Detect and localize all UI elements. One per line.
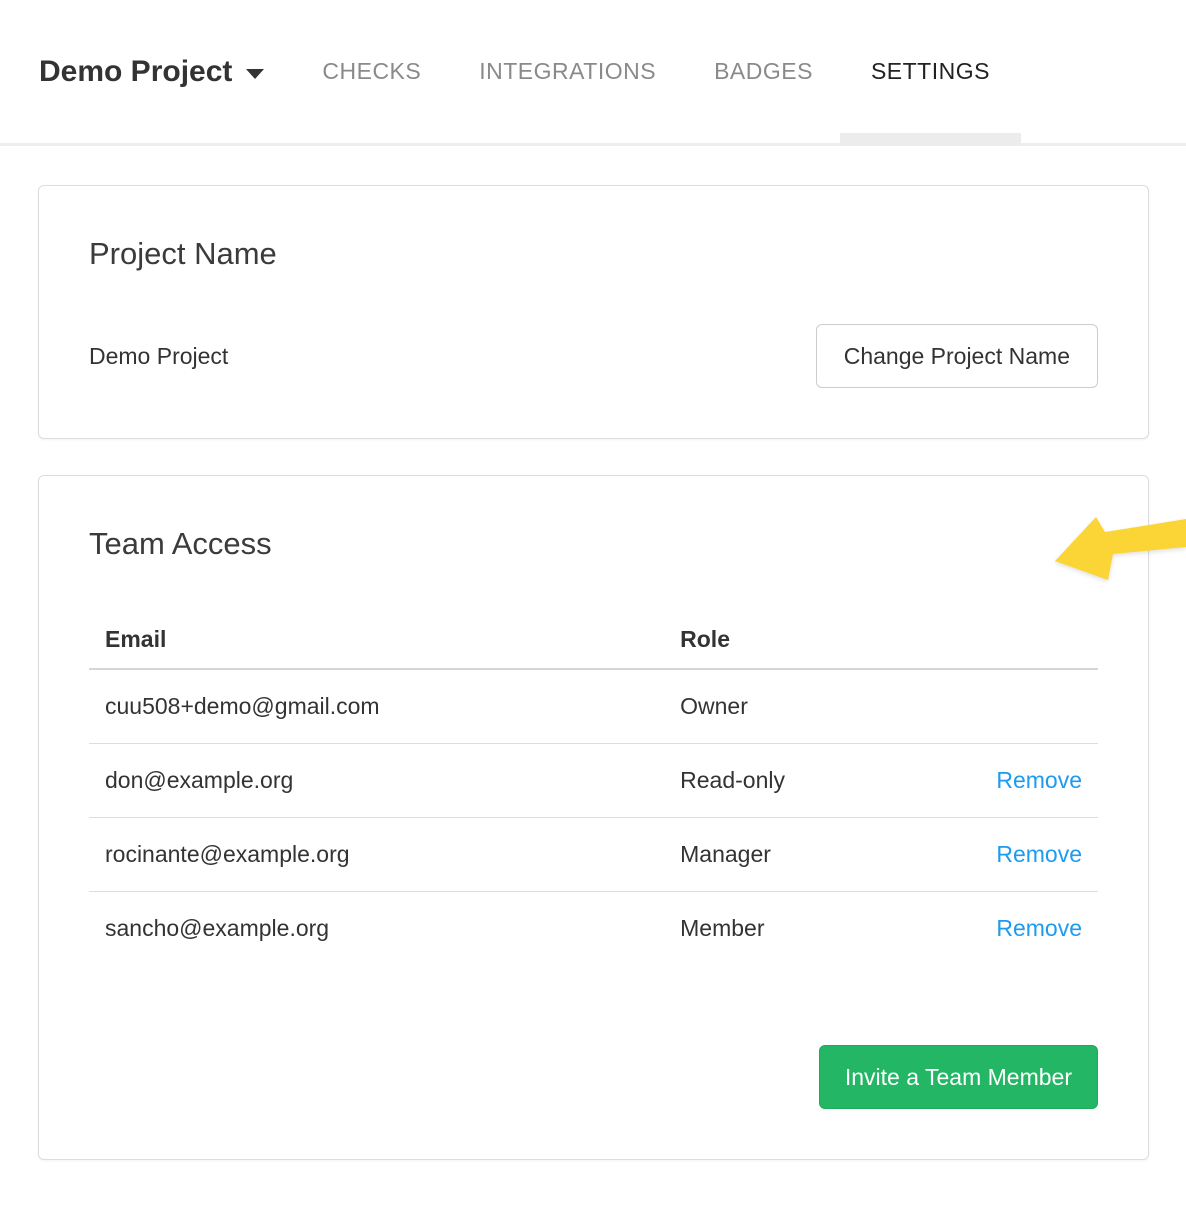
table-header-row: Email Role [89,606,1098,669]
project-name-card-title: Project Name [89,236,1098,272]
role-column-header: Role [664,606,926,669]
tab-checks[interactable]: CHECKS [322,0,421,143]
table-row: sancho@example.org Member Remove [89,892,1098,966]
team-members-table: Email Role cuu508+demo@gmail.com Owner d… [89,606,1098,965]
current-project-name: Demo Project [89,343,228,370]
remove-member-link[interactable]: Remove [996,915,1082,941]
member-role: Manager [664,818,926,892]
table-row: don@example.org Read-only Remove [89,744,1098,818]
member-action-cell [926,669,1098,744]
remove-member-link[interactable]: Remove [996,841,1082,867]
change-project-name-button[interactable]: Change Project Name [816,324,1098,388]
member-email: sancho@example.org [89,892,664,966]
settings-page: Project Name Demo Project Change Project… [0,146,1186,1198]
member-email: cuu508+demo@gmail.com [89,669,664,744]
member-role: Read-only [664,744,926,818]
member-role: Owner [664,669,926,744]
member-email: don@example.org [89,744,664,818]
caret-down-icon [246,69,264,79]
tab-settings[interactable]: SETTINGS [871,0,990,143]
member-email: rocinante@example.org [89,818,664,892]
email-column-header: Email [89,606,664,669]
project-selector-dropdown[interactable]: Demo Project [39,55,264,89]
top-nav: Demo Project CHECKS INTEGRATIONS BADGES … [0,0,1186,146]
nav-tabs: CHECKS INTEGRATIONS BADGES SETTINGS [264,0,990,143]
tab-badges[interactable]: BADGES [714,0,813,143]
project-name-row: Demo Project Change Project Name [89,324,1098,388]
member-action-cell: Remove [926,818,1098,892]
member-action-cell: Remove [926,892,1098,966]
invite-team-member-button[interactable]: Invite a Team Member [819,1045,1098,1109]
team-access-card-title: Team Access [89,526,1098,562]
team-access-card: Team Access Email Role cuu508+demo@gmail… [38,475,1149,1160]
table-row: rocinante@example.org Manager Remove [89,818,1098,892]
remove-member-link[interactable]: Remove [996,767,1082,793]
member-action-cell: Remove [926,744,1098,818]
action-column-header [926,606,1098,669]
invite-row: Invite a Team Member [89,1045,1098,1109]
project-name-card: Project Name Demo Project Change Project… [38,185,1149,439]
table-row: cuu508+demo@gmail.com Owner [89,669,1098,744]
tab-integrations[interactable]: INTEGRATIONS [479,0,656,143]
project-selector-label: Demo Project [39,55,232,89]
member-role: Member [664,892,926,966]
